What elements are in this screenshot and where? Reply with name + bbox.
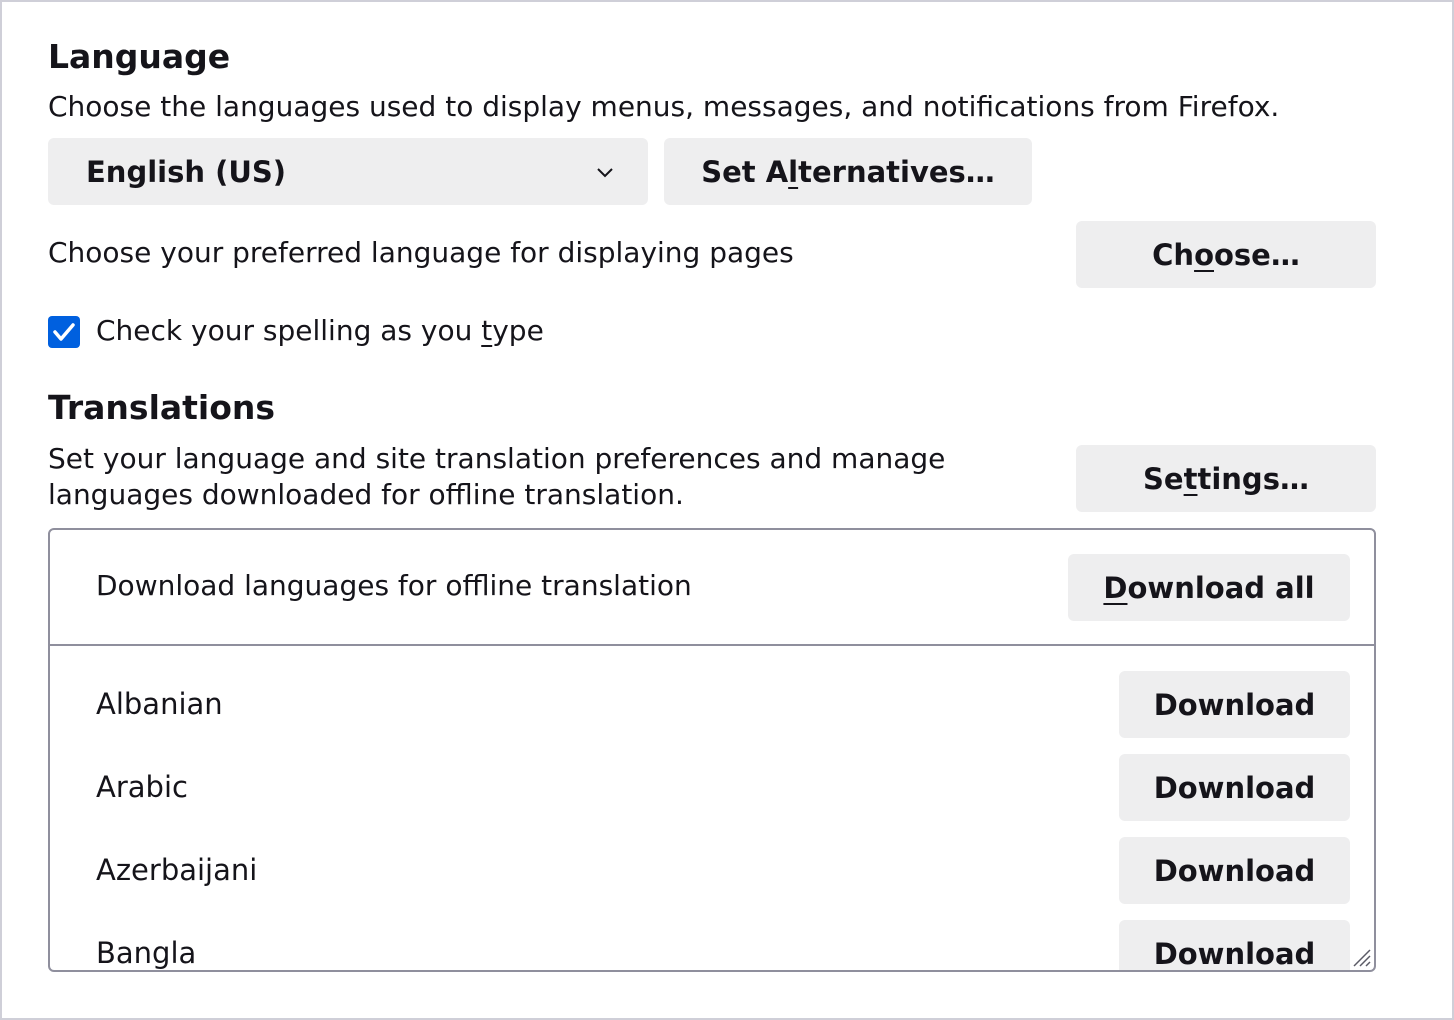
download-button[interactable]: Download (1119, 920, 1350, 970)
app-language-select[interactable]: English (US) (48, 138, 648, 205)
language-name: Azerbaijani (96, 853, 258, 887)
choose-languages-button[interactable]: Ch o ose… (1076, 221, 1376, 288)
download-languages-label: Download languages for offline translati… (96, 569, 692, 602)
download-all-label: ownload all (1127, 570, 1315, 605)
translations-description-line1: Set your language and site translation p… (48, 442, 946, 475)
choose-accesskey: o (1194, 237, 1214, 272)
language-name: Bangla (96, 936, 197, 970)
resize-grip-icon[interactable] (1350, 946, 1372, 968)
spellcheck-label-a: Check your spelling as you (96, 314, 482, 347)
choose-label-b: ose… (1214, 237, 1300, 272)
language-name: Arabic (96, 770, 188, 804)
spellcheck-accesskey: t (481, 314, 493, 347)
chevron-down-icon (597, 168, 613, 178)
list-item: Bangla Download (50, 920, 1374, 970)
settings-label-a: Se (1143, 461, 1184, 496)
set-alternatives-button[interactable]: Set Al ternatives… (664, 138, 1032, 205)
spellcheck-label[interactable]: Check your spelling as you type (96, 313, 544, 349)
spellcheck-label-b: ype (492, 314, 544, 347)
settings-label-b: tings… (1197, 461, 1309, 496)
translations-description: Set your language and site translation p… (48, 441, 945, 513)
list-item: Arabic Download (50, 754, 1374, 837)
download-button[interactable]: Download (1119, 754, 1350, 821)
translations-description-line2: languages downloaded for offline transla… (48, 478, 684, 511)
settings-accesskey: t (1183, 461, 1198, 496)
download-all-button[interactable]: Download all (1068, 554, 1350, 621)
list-item: Albanian Download (50, 671, 1374, 754)
selected-language: English (US) (86, 154, 287, 189)
download-button[interactable]: Download (1119, 671, 1350, 738)
translations-heading: Translations (48, 388, 276, 427)
set-alternatives-label-a: Set A (701, 154, 789, 189)
offline-languages-list[interactable]: Download languages for offline translati… (48, 528, 1376, 972)
set-alternatives-label-b: ternatives… (798, 154, 995, 189)
preferred-language-label: Choose your preferred language for displ… (48, 236, 794, 269)
checkmark-icon (53, 323, 75, 341)
language-name: Albanian (96, 687, 223, 721)
download-languages-header: Download languages for offline translati… (50, 530, 1374, 646)
language-heading: Language (48, 37, 231, 76)
set-alternatives-accesskey: l (788, 154, 799, 189)
download-all-accesskey: D (1103, 570, 1128, 605)
translation-settings-button[interactable]: Se t tings… (1076, 445, 1376, 512)
spellcheck-checkbox[interactable] (48, 316, 80, 348)
language-description: Choose the languages used to display men… (48, 90, 1280, 123)
list-item: Azerbaijani Download (50, 837, 1374, 920)
choose-label-a: Ch (1152, 237, 1195, 272)
download-button[interactable]: Download (1119, 837, 1350, 904)
